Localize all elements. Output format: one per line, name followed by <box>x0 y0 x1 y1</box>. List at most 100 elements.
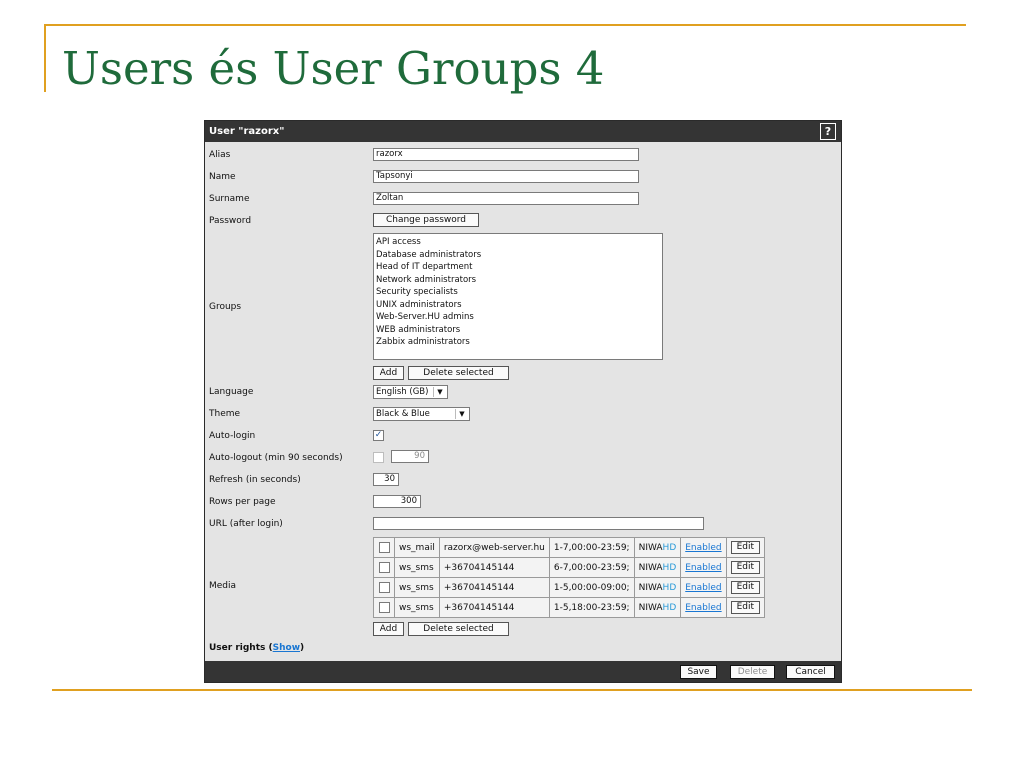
media-period: 1-5,18:00-23:59; <box>548 597 635 618</box>
media-checkbox[interactable] <box>378 602 390 613</box>
language-value: English (GB) <box>376 387 429 397</box>
media-severity: NIWAHD <box>633 577 682 598</box>
group-item[interactable]: Web-Server.HU admins <box>376 311 662 324</box>
refresh-label: Refresh (in seconds) <box>209 475 301 485</box>
severity-active: HD <box>662 562 677 573</box>
url-field[interactable] <box>373 517 704 530</box>
media-severity: NIWAHD <box>633 597 682 618</box>
autologin-label: Auto-login <box>209 431 256 441</box>
media-status-link[interactable]: Enabled <box>685 563 721 573</box>
user-rights-label: User rights (Show) <box>209 643 304 653</box>
theme-value: Black & Blue <box>376 409 430 419</box>
name-field[interactable]: Tapsonyi <box>373 170 639 183</box>
form-title: User "razorx" <box>209 126 285 137</box>
media-period: 6-7,00:00-23:59; <box>548 557 635 578</box>
media-type: ws_sms <box>394 597 440 618</box>
groups-label: Groups <box>209 302 242 312</box>
severity-inactive: NIWA <box>638 582 663 593</box>
chevron-down-icon: ▼ <box>433 387 446 397</box>
refresh-field[interactable]: 30 <box>373 473 399 486</box>
media-status-link[interactable]: Enabled <box>685 603 721 613</box>
user-rights-close-paren: ) <box>300 643 305 653</box>
media-severity: NIWAHD <box>633 537 682 558</box>
checkmark-icon: ✓ <box>374 430 383 440</box>
password-label: Password <box>209 216 252 226</box>
media-row: ws_sms +36704145144 1-5,00:00-09:00; NIW… <box>373 577 766 598</box>
media-status-link[interactable]: Enabled <box>685 543 721 553</box>
severity-active: HD <box>662 602 677 613</box>
media-severity: NIWAHD <box>633 557 682 578</box>
media-row: ws_sms +36704145144 1-5,18:00-23:59; NIW… <box>373 597 766 618</box>
severity-inactive: NIWA <box>638 562 663 573</box>
delete-selected-media-button[interactable]: Delete selected <box>408 622 509 636</box>
media-edit-button[interactable]: Edit <box>730 601 761 614</box>
media-sendto: +36704145144 <box>438 597 550 618</box>
media-table: ws_mail razorx@web-server.hu 1-7,00:00-2… <box>373 537 766 618</box>
severity-inactive: NIWA <box>638 542 663 553</box>
group-item[interactable]: API access <box>376 236 662 249</box>
help-icon[interactable]: ? <box>820 123 836 140</box>
add-group-button[interactable]: Add <box>373 366 404 380</box>
media-sendto: +36704145144 <box>438 577 550 598</box>
delete-selected-groups-button[interactable]: Delete selected <box>408 366 509 380</box>
url-label: URL (after login) <box>209 519 283 529</box>
media-edit-button[interactable]: Edit <box>730 581 761 594</box>
groups-listbox[interactable]: API access Database administrators Head … <box>373 233 663 360</box>
media-row: ws_mail razorx@web-server.hu 1-7,00:00-2… <box>373 537 766 558</box>
surname-field[interactable]: Zoltan <box>373 192 639 205</box>
autologout-field[interactable]: 90 <box>391 450 429 463</box>
media-label: Media <box>209 581 237 591</box>
group-item[interactable]: Head of IT department <box>376 261 662 274</box>
media-edit-button[interactable]: Edit <box>730 541 761 554</box>
media-checkbox[interactable] <box>378 582 390 593</box>
severity-active: HD <box>662 582 677 593</box>
alias-field[interactable]: razorx <box>373 148 639 161</box>
name-label: Name <box>209 172 236 182</box>
group-item[interactable]: Network administrators <box>376 274 662 287</box>
media-type: ws_sms <box>394 577 440 598</box>
media-type: ws_sms <box>394 557 440 578</box>
media-checkbox[interactable] <box>378 562 390 573</box>
form-footer: Save Delete Cancel <box>205 661 841 682</box>
media-edit-button[interactable]: Edit <box>730 561 761 574</box>
media-row: ws_sms +36704145144 6-7,00:00-23:59; NIW… <box>373 557 766 578</box>
media-sendto: +36704145144 <box>438 557 550 578</box>
form-header: User "razorx" ? <box>205 121 841 142</box>
change-password-button[interactable]: Change password <box>373 213 479 227</box>
group-item[interactable]: UNIX administrators <box>376 299 662 312</box>
rows-per-page-field[interactable]: 300 <box>373 495 421 508</box>
autologout-label: Auto-logout (min 90 seconds) <box>209 453 343 463</box>
user-rights-show-link[interactable]: Show <box>273 643 300 653</box>
group-item[interactable]: WEB administrators <box>376 324 662 337</box>
user-rights-text: User rights <box>209 643 266 653</box>
media-checkbox[interactable] <box>378 542 390 553</box>
left-accent-bar <box>44 24 46 92</box>
media-sendto: razorx@web-server.hu <box>438 537 550 558</box>
bottom-accent-line <box>52 689 972 691</box>
media-type: ws_mail <box>394 537 440 558</box>
save-button[interactable]: Save <box>680 665 717 679</box>
group-item[interactable]: Zabbix administrators <box>376 336 662 349</box>
alias-label: Alias <box>209 150 231 160</box>
theme-label: Theme <box>209 409 241 419</box>
chevron-down-icon: ▼ <box>455 409 468 419</box>
rows-per-page-label: Rows per page <box>209 497 276 507</box>
user-form-panel: User "razorx" ? Alias razorx Name Tapson… <box>204 120 842 683</box>
top-accent-line <box>44 24 966 26</box>
cancel-button[interactable]: Cancel <box>786 665 835 679</box>
language-select[interactable]: English (GB) ▼ <box>373 385 448 399</box>
media-period: 1-5,00:00-09:00; <box>548 577 635 598</box>
media-status-link[interactable]: Enabled <box>685 583 721 593</box>
language-label: Language <box>209 387 254 397</box>
group-item[interactable]: Security specialists <box>376 286 662 299</box>
theme-select[interactable]: Black & Blue ▼ <box>373 407 470 421</box>
severity-active: HD <box>662 542 677 553</box>
delete-button[interactable]: Delete <box>730 665 775 679</box>
autologin-checkbox[interactable]: ✓ <box>373 430 384 441</box>
autologout-checkbox[interactable] <box>373 452 384 463</box>
add-media-button[interactable]: Add <box>373 622 404 636</box>
media-period: 1-7,00:00-23:59; <box>548 537 635 558</box>
slide-title: Users és User Groups 4 <box>62 42 605 95</box>
surname-label: Surname <box>209 194 250 204</box>
group-item[interactable]: Database administrators <box>376 249 662 262</box>
